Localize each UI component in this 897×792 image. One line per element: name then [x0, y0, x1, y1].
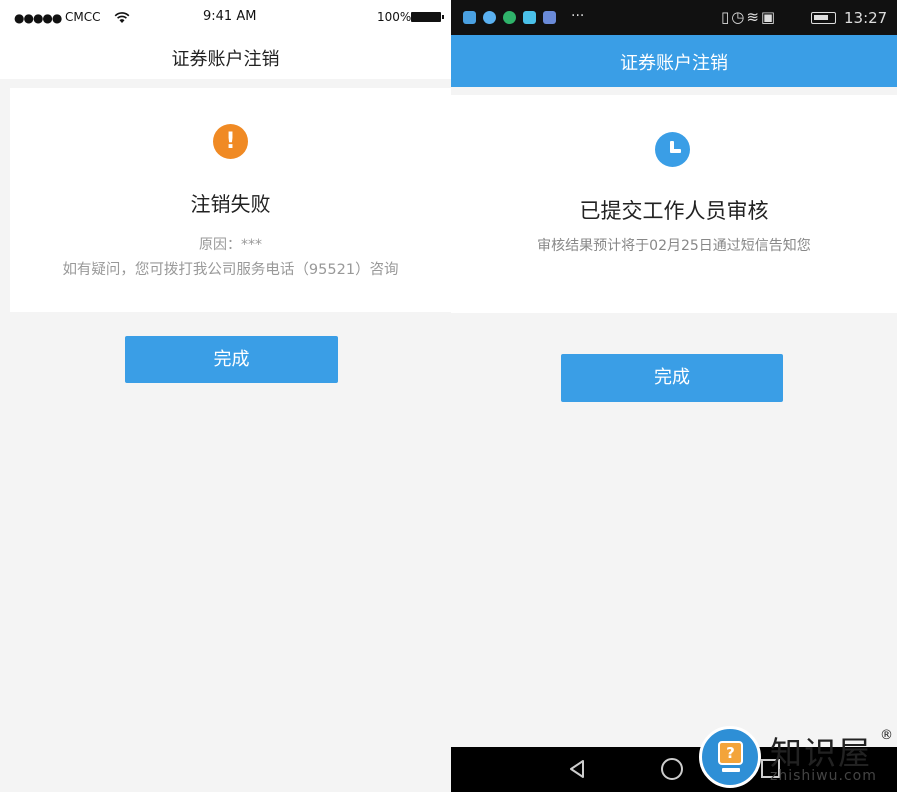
- battery-percent: 100%: [377, 10, 412, 24]
- android-screen: ··· ▯◷≋▣ 13:27 证券账户注销 已提交工作人员审核 审核结果预计将于…: [451, 0, 897, 792]
- notification-app-icon: [503, 11, 516, 24]
- ios-status-bar: ●●●●● CMCC 9:41 AM 100%: [0, 0, 451, 33]
- page-title: 证券账户注销: [620, 53, 728, 74]
- registered-mark: ®: [880, 728, 893, 743]
- done-button[interactable]: 完成: [125, 336, 338, 383]
- done-button[interactable]: 完成: [561, 354, 783, 402]
- android-status-bar: ··· ▯◷≋▣ 13:27: [451, 0, 897, 35]
- notification-app-icon: [463, 11, 476, 24]
- clock-icon: [655, 132, 690, 167]
- status-time: 13:27: [844, 9, 888, 27]
- carrier-name: CMCC: [65, 10, 101, 24]
- back-icon[interactable]: [566, 758, 588, 784]
- navigation-bar: 证券账户注销: [451, 35, 897, 87]
- signal-strength: ●●●●●: [14, 11, 62, 25]
- wifi-icon: [114, 9, 130, 28]
- page-title: 证券账户注销: [171, 49, 280, 70]
- battery-icon: [411, 12, 444, 22]
- result-title: 已提交工作人员审核: [579, 199, 769, 223]
- status-time: 9:41 AM: [203, 9, 257, 24]
- notification-app-icon: [483, 11, 496, 24]
- review-note: 审核结果预计将于02月25日通过短信告知您: [537, 238, 811, 254]
- more-notifications: ···: [571, 8, 585, 24]
- question-icon: ?: [718, 741, 743, 765]
- failure-reason: 原因：***: [199, 237, 262, 253]
- contact-hint: 如有疑问，您可拨打我公司服务电话（95521）咨询: [62, 262, 399, 278]
- battery-icon: [811, 12, 836, 24]
- watermark-url: zhishiwu.com: [770, 768, 877, 784]
- system-status-icons: ▯◷≋▣: [721, 8, 778, 26]
- notification-app-icon: [523, 11, 536, 24]
- ios-screen: ●●●●● CMCC 9:41 AM 100% 证券账户注销 ! 注销失败 原因…: [0, 0, 451, 792]
- result-title: 注销失败: [190, 192, 271, 216]
- warning-icon: !: [213, 124, 248, 159]
- notification-app-icon: [543, 11, 556, 24]
- navigation-bar: 证券账户注销: [0, 33, 451, 79]
- home-icon[interactable]: [661, 758, 683, 780]
- watermark-logo: ?: [699, 726, 761, 788]
